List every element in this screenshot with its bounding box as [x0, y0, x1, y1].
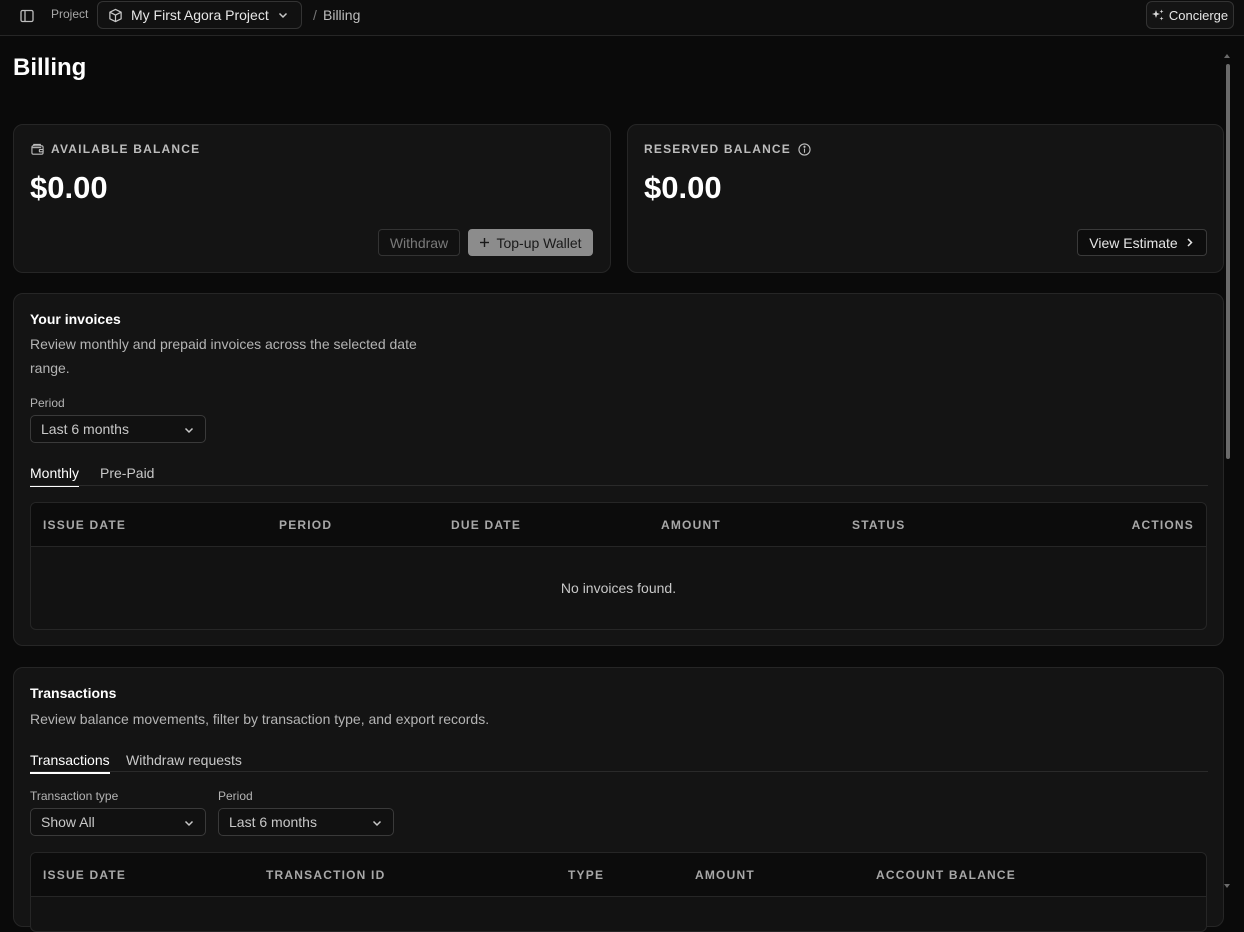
- column-issue-date: ISSUE DATE: [43, 868, 127, 882]
- invoices-tab-divider: [30, 485, 1208, 486]
- invoices-description-line1: Review monthly and prepaid invoices acro…: [30, 336, 417, 352]
- transactions-section: Transactions Review balance movements, f…: [13, 667, 1224, 932]
- reserved-balance-amount: $0.00: [644, 170, 722, 205]
- plus-icon: [479, 237, 490, 248]
- topup-wallet-button[interactable]: Top-up Wallet: [468, 229, 593, 256]
- scroll-up-arrow[interactable]: [1224, 54, 1230, 58]
- tab-pre-paid[interactable]: Pre-Paid: [100, 465, 154, 485]
- concierge-button[interactable]: Concierge: [1146, 1, 1234, 29]
- invoices-section: Your invoices Review monthly and prepaid…: [13, 293, 1224, 646]
- scroll-down-arrow[interactable]: [1224, 884, 1230, 888]
- invoices-table: ISSUE DATE PERIOD DUE DATE AMOUNT STATUS…: [30, 502, 1207, 630]
- invoices-description: Review monthly and prepaid invoices acro…: [30, 332, 430, 380]
- withdraw-label: Withdraw: [389, 234, 449, 251]
- column-actions: ACTIONS: [1131, 518, 1194, 532]
- wallet-icon: [31, 143, 44, 156]
- transaction-type-value: Show All: [41, 814, 95, 830]
- transactions-table: ISSUE DATE TRANSACTION ID TYPE AMOUNT AC…: [30, 852, 1207, 932]
- available-balance-label: AVAILABLE BALANCE: [51, 142, 201, 156]
- reserved-balance-card: RESERVED BALANCE $0.00 View Estimate: [627, 124, 1224, 273]
- transaction-type-select[interactable]: Show All: [30, 808, 206, 836]
- withdraw-button[interactable]: Withdraw: [378, 229, 460, 256]
- chevron-down-icon: [183, 424, 195, 436]
- breadcrumb-project-label: Project: [51, 7, 89, 21]
- breadcrumb-current: Billing: [323, 7, 361, 23]
- column-amount: AMOUNT: [695, 868, 755, 882]
- tab-withdraw-requests[interactable]: Withdraw requests: [126, 752, 242, 772]
- view-estimate-button[interactable]: View Estimate: [1077, 229, 1207, 256]
- invoices-title: Your invoices: [30, 311, 121, 327]
- chevron-down-icon: [277, 9, 289, 21]
- info-icon[interactable]: [798, 142, 811, 156]
- view-estimate-label: View Estimate: [1089, 234, 1178, 251]
- invoices-description-line2: range.: [30, 360, 70, 376]
- tab-monthly[interactable]: Monthly: [30, 465, 80, 487]
- available-balance-amount: $0.00: [30, 170, 108, 205]
- concierge-label: Concierge: [1168, 7, 1229, 23]
- sidebar-toggle-icon[interactable]: [18, 7, 36, 25]
- transactions-description: Review balance movements, filter by tran…: [30, 711, 490, 727]
- column-amount: AMOUNT: [661, 518, 721, 532]
- page-title: Billing: [13, 54, 87, 81]
- project-name: My First Agora Project: [131, 7, 269, 23]
- reserved-balance-label: RESERVED BALANCE: [644, 142, 791, 156]
- transactions-period-select[interactable]: Last 6 months: [218, 808, 394, 836]
- column-due-date: DUE DATE: [451, 518, 522, 532]
- invoices-period-value: Last 6 months: [41, 421, 129, 437]
- transactions-period-label: Period: [218, 789, 253, 803]
- top-bar: Project My First Agora Project / Billing…: [0, 0, 1244, 36]
- invoices-period-select[interactable]: Last 6 months: [30, 415, 206, 443]
- column-issue-date: ISSUE DATE: [43, 518, 127, 532]
- chevron-right-icon: [1184, 237, 1195, 248]
- invoices-period-label: Period: [30, 396, 65, 410]
- breadcrumb-separator: /: [313, 7, 317, 23]
- available-balance-card: AVAILABLE BALANCE $0.00 Withdraw Top-up …: [13, 124, 611, 273]
- cube-icon: [108, 8, 123, 23]
- scroll-thumb[interactable]: [1226, 64, 1230, 459]
- chevron-down-icon: [371, 817, 383, 829]
- reserved-balance-label-row: RESERVED BALANCE: [644, 142, 811, 156]
- column-period: PERIOD: [279, 518, 333, 532]
- transactions-table-header: ISSUE DATE TRANSACTION ID TYPE AMOUNT AC…: [31, 853, 1206, 897]
- invoices-table-header: ISSUE DATE PERIOD DUE DATE AMOUNT STATUS…: [31, 503, 1206, 547]
- sparkles-icon: [1151, 9, 1164, 21]
- invoices-empty-message: No invoices found.: [560, 580, 677, 596]
- column-transaction-id: TRANSACTION ID: [266, 868, 386, 882]
- topup-label: Top-up Wallet: [496, 234, 582, 251]
- transactions-title: Transactions: [30, 685, 117, 701]
- available-balance-label-row: AVAILABLE BALANCE: [31, 142, 200, 156]
- column-type: TYPE: [568, 868, 605, 882]
- column-status: STATUS: [852, 518, 906, 532]
- transactions-tab-divider: [30, 771, 1208, 772]
- project-selector[interactable]: My First Agora Project: [97, 1, 302, 29]
- transactions-period-value: Last 6 months: [229, 814, 317, 830]
- chevron-down-icon: [183, 817, 195, 829]
- column-account-balance: ACCOUNT BALANCE: [876, 868, 1016, 882]
- transaction-type-label: Transaction type: [30, 789, 119, 803]
